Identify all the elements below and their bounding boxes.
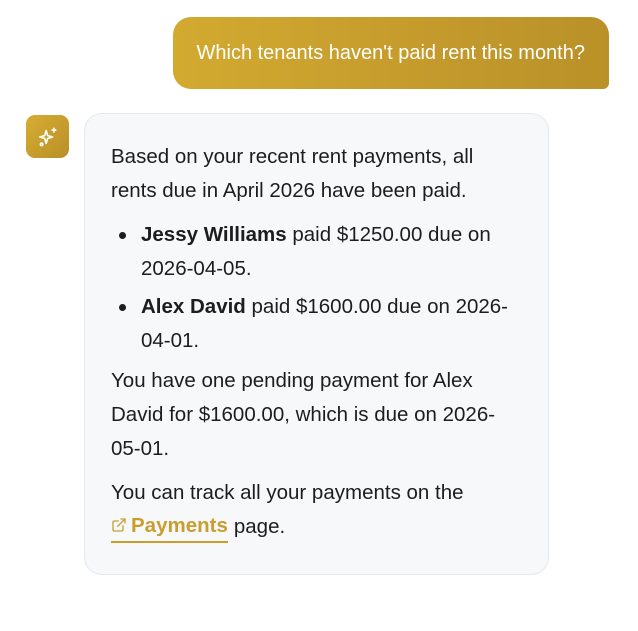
- external-link-icon: [111, 517, 127, 533]
- tenant-name: Jessy Williams: [141, 223, 287, 246]
- list-item: Jessy Williams paid $1250.00 due on 2026…: [119, 218, 522, 286]
- user-message-text: Which tenants haven't paid rent this mon…: [196, 42, 586, 64]
- sparkles-icon: [37, 126, 59, 148]
- list-item: Alex David paid $1600.00 due on 2026-04-…: [119, 290, 522, 358]
- user-message-bubble: Which tenants haven't paid rent this mon…: [172, 17, 609, 89]
- track-prefix-text: You can track all your payments on the: [111, 481, 464, 504]
- assistant-avatar: [26, 115, 69, 158]
- track-payments-text: You can track all your payments on the P…: [111, 476, 522, 544]
- track-suffix-text: page.: [233, 515, 286, 538]
- pending-payment-text: You have one pending payment for Alex Da…: [111, 369, 496, 460]
- payments-list: Jessy Williams paid $1250.00 due on 2026…: [111, 218, 522, 358]
- assistant-intro-text: Based on your recent rent payments, all …: [111, 145, 474, 202]
- user-message-row: Which tenants haven't paid rent this mon…: [172, 17, 609, 89]
- payments-page-link[interactable]: Payments: [111, 513, 228, 543]
- assistant-message-card: Based on your recent rent payments, all …: [84, 113, 549, 575]
- tenant-name: Alex David: [141, 295, 246, 318]
- payments-link-label: Payments: [131, 514, 228, 537]
